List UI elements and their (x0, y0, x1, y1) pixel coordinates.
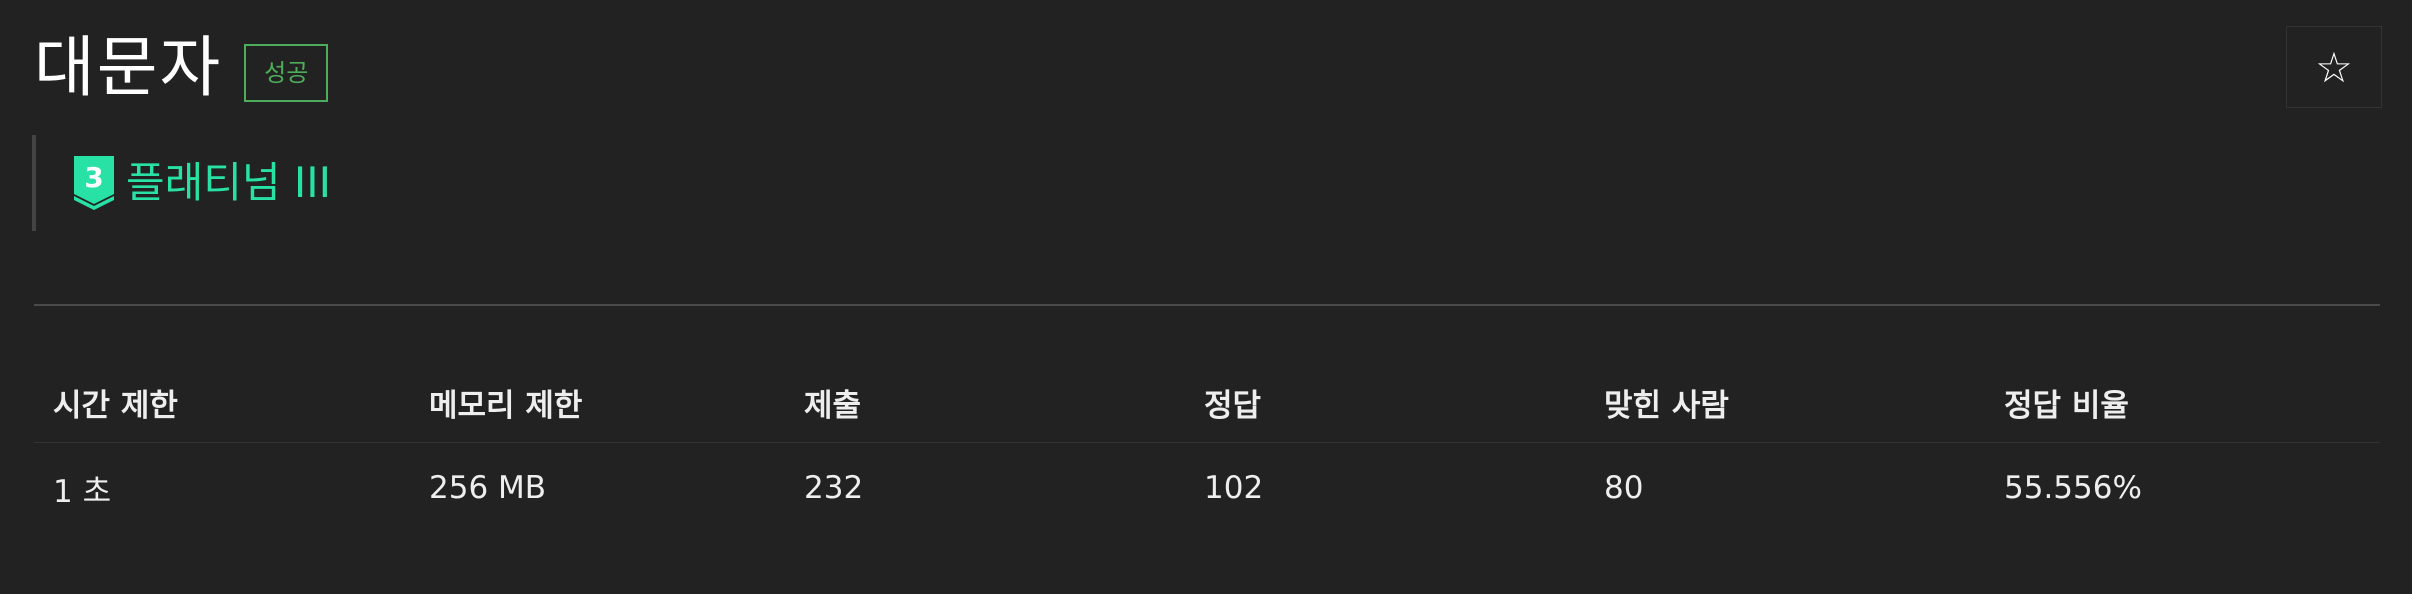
value-solved-users[interactable]: 80 (1585, 470, 1985, 506)
problem-title: 대문자 (34, 29, 223, 106)
title-row: 대문자 성공 (34, 28, 329, 108)
value-accept-ratio: 55.556% (2004, 470, 2142, 506)
header-time-limit: 시간 제한 (53, 387, 178, 424)
tier-badge-icon: 3 (74, 156, 114, 210)
header-accept-ratio: 정답 비율 (2004, 387, 2129, 424)
tier-level: 3 (84, 161, 103, 194)
header-accepted: 정답 (1204, 387, 1262, 424)
header-submissions: 제출 (804, 387, 862, 424)
problem-info-table: 시간 제한 메모리 제한 제출 정답 맞힌 사람 정답 비율 1 초 256 M… (34, 362, 2380, 533)
value-accepted[interactable]: 102 (1185, 470, 1585, 506)
favorite-star-button[interactable]: ☆ (2286, 26, 2382, 108)
value-time-limit: 1 초 (53, 473, 112, 510)
status-badge: 성공 (244, 44, 329, 102)
value-memory-limit: 256 MB (429, 470, 547, 506)
tier-block: 3 플래티넘 III (32, 135, 331, 231)
table-row: 1 초 256 MB 232 102 80 55.556% (34, 443, 2380, 533)
value-submissions[interactable]: 232 (785, 470, 1185, 506)
header-solved-users: 맞힌 사람 (1604, 387, 1729, 424)
divider (34, 304, 2380, 306)
tier-name[interactable]: 플래티넘 III (126, 158, 331, 208)
header-memory-limit: 메모리 제한 (429, 387, 583, 424)
star-icon: ☆ (2315, 42, 2353, 92)
table-header-row: 시간 제한 메모리 제한 제출 정답 맞힌 사람 정답 비율 (34, 362, 2380, 443)
